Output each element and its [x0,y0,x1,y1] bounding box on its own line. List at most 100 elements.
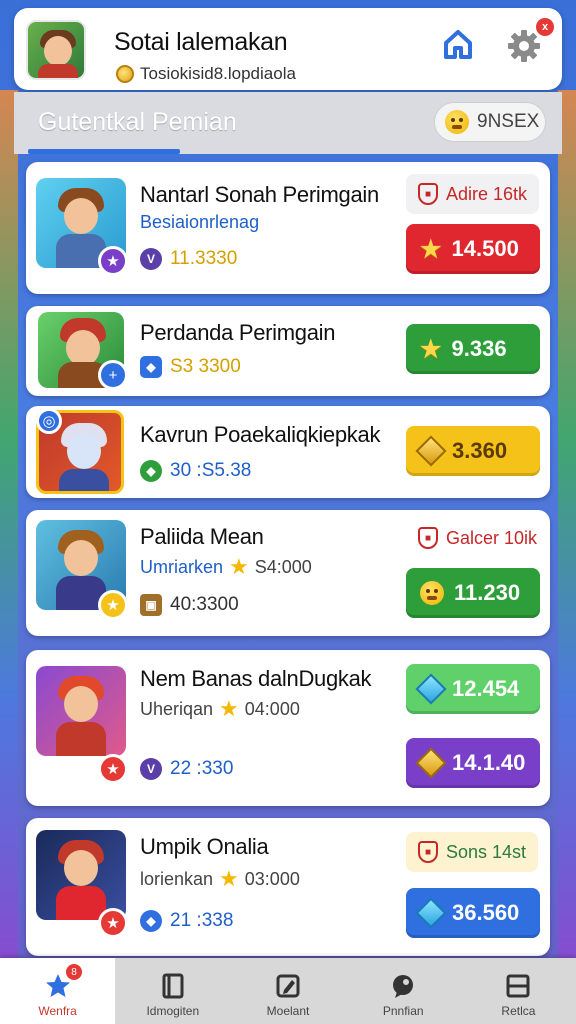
game-card[interactable]: ★ Nantarl Sonah Perimgain Besiaionrlenag… [26,162,550,294]
price-value: 36.560 [452,900,520,925]
v-badge-icon: V [140,758,162,780]
emoji-face-icon [420,581,444,605]
shield-icon: ■ [418,527,438,549]
game-stat-value: 30 :S5.38 [170,460,252,481]
app-header: Sotai lalemakan Tosiokisid8.lopdiaola [14,8,562,90]
game-title: Perdanda Perimgain [140,320,336,345]
section-header: Gutentkal Pemian 9NSEX [14,92,562,154]
shield-icon: ■ [418,841,438,863]
page-title: Sotai lalemakan [114,28,288,56]
game-card[interactable]: + Perdanda Perimgain ◆ S3 3300 ★ 9.336 [26,306,550,396]
game-stat-value: 40:3300 [170,594,239,615]
price-button[interactable]: 36.560 [406,888,540,938]
game-card[interactable]: ★ Nem Banas dalnDugkak Uheriqan ★ 04:000… [26,650,550,806]
game-card[interactable]: ◎ Kavrun Poaekaliqkiepkak ◆ 30 :S5.38 3.… [26,406,550,498]
game-tag-label: Sons 14st [446,841,527,862]
nav-item-library[interactable]: Idmogiten [115,958,230,1024]
globe-badge-icon: ◎ [36,408,62,434]
edit-icon [273,972,303,1000]
game-stat: V 22 :330 [140,758,233,780]
game-thumbnail [36,830,126,920]
price-button[interactable]: ★ 9.336 [406,324,540,374]
nav-item-more[interactable]: Retlca [461,958,576,1024]
home-button[interactable] [438,24,478,64]
game-stat: ◆ 30 :S5.38 [140,460,251,482]
game-thumbnail [36,666,126,756]
nav-item-label: Retlca [501,1004,536,1018]
game-subtitle-text: Uheriqan [140,698,214,719]
gem-icon [415,897,447,929]
game-title: Kavrun Poaekaliqkiepkak [140,422,381,447]
game-stat-value: S3 3300 [170,356,241,377]
game-subtitle: Besiaionrlenag [140,212,260,232]
game-tag: ■ Sons 14st [406,832,539,872]
price-button[interactable]: ★ 14.500 [406,224,540,274]
gear-icon [508,30,540,62]
header-subtitle-text: Tosiokisid8.lopdiaola [140,64,296,83]
game-card[interactable]: ★ Paliida Mean Umriarken ★ S4:000 ▣ 40:3… [26,510,550,636]
price-value: 14.500 [451,236,519,261]
shield-badge-icon: ◆ [140,460,162,482]
game-title: Nantarl Sonah Perimgain [140,182,379,207]
game-subtitle: Umriarken ★ S4:000 [140,556,312,578]
gem-icon [415,747,447,779]
star-badge-icon: ★ [98,590,128,620]
star-badge-icon: ★ [98,908,128,938]
app-avatar[interactable] [26,20,86,80]
price-button[interactable]: 11.230 [406,568,540,618]
game-title: Nem Banas dalnDugkak [140,666,372,691]
price-button-secondary[interactable]: 14.1.40 [406,738,540,788]
nav-badge: 8 [66,964,82,980]
chest-icon: ▣ [140,594,162,616]
star-badge-icon: ★ [98,246,128,276]
plus-badge-icon: + [98,360,128,390]
price-value: 14.1.40 [452,750,526,775]
star-badge-icon: ★ [98,754,128,784]
home-icon [444,30,472,59]
game-tag-label: Galcer 10ik [446,527,538,548]
gem-icon [415,673,447,705]
emoji-face-icon [445,110,469,134]
price-value: 12.454 [452,676,520,701]
game-stat: ◆ S3 3300 [140,356,241,378]
section-filter-pill[interactable]: 9NSEX [434,102,546,142]
game-tag: ■ Galcer 10ik [406,518,549,558]
game-title: Umpik Onalia [140,834,269,859]
price-value: 3.360 [452,438,508,463]
game-tag: ■ Adire 16tk [406,174,540,214]
shield-badge-icon: ◆ [140,356,162,378]
game-card[interactable]: ★ Umpik Onalia lorienkan ★ 03:000 ◆ 21 :… [26,818,550,956]
star-icon: ★ [219,696,239,721]
game-subtitle: Uheriqan ★ 04:000 [140,698,300,720]
section-tab-indicator [28,149,180,154]
shield-icon: ■ [418,183,438,205]
section-pill-label: 9NSEX [477,111,540,132]
price-button[interactable]: 3.360 [406,426,540,476]
background-left-strip [0,90,18,958]
game-subtitle: lorienkan ★ 03:000 [140,868,300,890]
game-tag-label: Adire 16tk [446,183,528,204]
nav-item-label: Moelant [266,1004,310,1018]
nav-item-label: Wenfra [38,1004,77,1018]
bottom-nav: Wenfra 8 Idmogiten Moelant Pnnfian Retlc… [0,958,576,1024]
nav-item-label: Idmogiten [146,1004,200,1018]
nav-item-edit[interactable]: Moelant [230,958,345,1024]
star-icon: ★ [420,235,442,263]
price-value: 11.230 [454,580,521,605]
section-title: Gutentkal Pemian [38,108,237,136]
game-subtitle-text: Umriarken [140,556,224,577]
nav-item-label: Pnnfian [382,1004,424,1018]
star-icon: ★ [219,866,239,891]
book-icon [158,972,188,1000]
nav-item-activity[interactable]: Pnnfian [346,958,461,1024]
game-rating: S4:000 [254,556,312,577]
game-stat-value: 21 :338 [170,910,234,931]
background-right-strip [558,90,576,958]
price-button[interactable]: 12.454 [406,664,540,714]
game-rating: 04:000 [244,698,300,719]
nav-item-home[interactable]: Wenfra 8 [0,958,116,1024]
star-icon: ★ [229,554,249,579]
game-stat-value: 11.3330 [170,248,238,269]
header-subtitle: Tosiokisid8.lopdiaola [116,64,296,84]
game-subtitle-text: lorienkan [140,868,214,889]
